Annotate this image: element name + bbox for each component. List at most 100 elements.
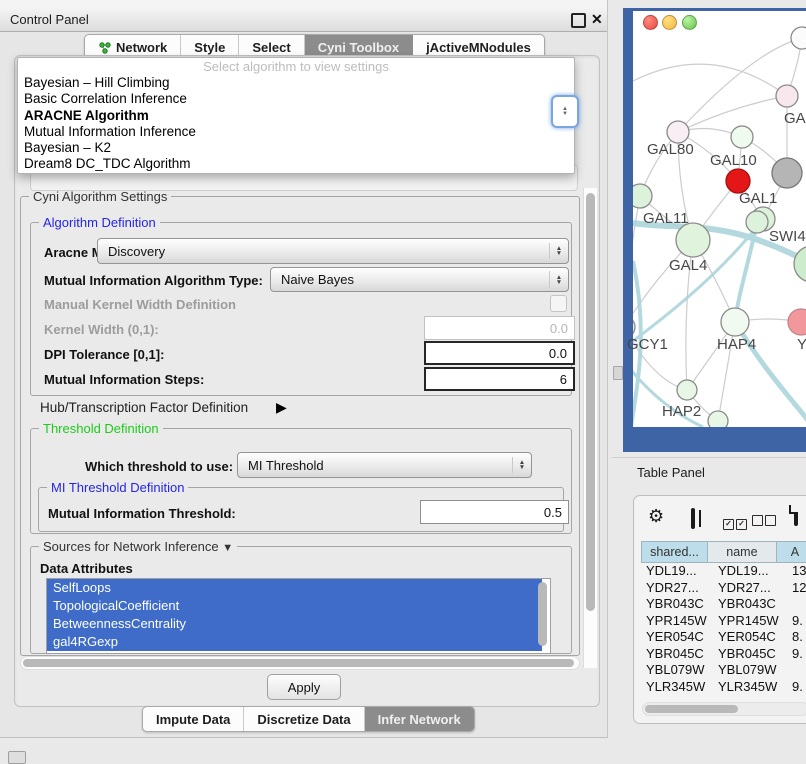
network-node-gcy1[interactable]: [633, 316, 635, 338]
dpi-tolerance-value: 0.0: [549, 346, 567, 361]
screen: { "titlebar": { "title": "Control Panel"…: [0, 0, 806, 762]
settings-vscrollbar-track[interactable]: [583, 188, 597, 668]
algorithm-option[interactable]: Bayesian – K2: [18, 140, 574, 156]
apply-button-label: Apply: [288, 680, 321, 695]
splitpane-grip[interactable]: [613, 366, 623, 380]
combo-arrows-icon: ▲▼: [549, 271, 568, 287]
dpi-tolerance-field[interactable]: 0.0: [424, 341, 575, 365]
algorithm-option-selected[interactable]: ARACNE Algorithm: [18, 108, 574, 124]
network-node-salmon[interactable]: [788, 309, 806, 335]
combo-arrows-icon: ▲▼: [562, 107, 568, 117]
attribute-item[interactable]: gal4RGexp: [47, 633, 542, 651]
table-options-gear-icon[interactable]: ⚙: [648, 506, 664, 527]
mi-type-value: Naive Bayes: [271, 272, 549, 287]
tab-infer-network[interactable]: Infer Network: [365, 707, 474, 731]
sources-title-text: Sources for Network Inference: [43, 539, 219, 554]
manual-kernel-width-checkbox[interactable]: [550, 295, 567, 312]
which-threshold-combo[interactable]: MI Threshold ▲▼: [237, 452, 532, 478]
node-label-gcy1: GCY1: [627, 336, 668, 353]
attribute-item[interactable]: BetweennessCentrality: [47, 615, 542, 633]
algorithm-option[interactable]: Basic Correlation Inference: [18, 91, 574, 107]
combo-arrows-icon: ▲▼: [549, 243, 568, 260]
deselect-all-checkboxes-icon[interactable]: [752, 513, 776, 531]
table-row[interactable]: YPR145W YPR145W 9.: [641, 613, 806, 630]
settings-hscrollbar-thumb[interactable]: [23, 659, 574, 667]
dropdown-prompt: Select algorithm to view settings: [18, 58, 574, 75]
network-node[interactable]: [791, 27, 806, 49]
network-node-gal11[interactable]: [633, 184, 652, 208]
control-panel-titlebar[interactable]: Control Panel ✕: [0, 8, 607, 32]
settings-vscrollbar-thumb[interactable]: [586, 193, 595, 611]
hub-expand-arrow-icon[interactable]: ▶: [276, 399, 287, 416]
sources-collapse-arrow-icon[interactable]: ▼: [222, 542, 233, 554]
mi-type-combo[interactable]: Naive Bayes ▲▼: [270, 267, 569, 292]
float-window-icon[interactable]: [571, 13, 586, 28]
algorithm-combo-focus-fragment[interactable]: ▲▼: [551, 95, 579, 128]
data-attributes-list[interactable]: SelfLoops TopologicalCoefficient Between…: [46, 578, 551, 654]
table-row[interactable]: YBR043C YBR043C: [641, 596, 806, 613]
table-row[interactable]: YIL052C YIL052C 9.: [641, 695, 806, 696]
panel-title: Control Panel: [10, 12, 89, 27]
settings-hscrollbar-track[interactable]: [20, 656, 580, 670]
table-panel-title: Table Panel: [637, 465, 705, 480]
threshold-definition-title: Threshold Definition: [39, 421, 163, 436]
network-node-gal10[interactable]: [731, 126, 753, 148]
network-thick-edges: [633, 219, 806, 427]
column-header-name[interactable]: name: [708, 541, 777, 563]
network-node-swi4[interactable]: [746, 211, 768, 233]
table-hscrollbar-track[interactable]: [642, 702, 806, 716]
network-node-gal4[interactable]: [676, 223, 710, 257]
algorithm-option[interactable]: Mutual Information Inference: [18, 124, 574, 140]
mi-type-label: Mutual Information Algorithm Type:: [44, 273, 263, 288]
aracne-mode-combo[interactable]: Discovery ▲▼: [97, 238, 569, 264]
attribute-item[interactable]: TopologicalCoefficient: [47, 597, 542, 615]
which-threshold-value: MI Threshold: [238, 458, 512, 473]
tab-style-label: Style: [194, 40, 225, 55]
network-node[interactable]: [794, 246, 806, 282]
network-node-hap4[interactable]: [721, 308, 749, 336]
data-attributes-label: Data Attributes: [40, 561, 133, 576]
tab-impute-data[interactable]: Impute Data: [143, 707, 244, 731]
tab-discretize-data-label: Discretize Data: [257, 712, 350, 727]
network-node[interactable]: [776, 85, 798, 107]
network-node-hap2[interactable]: [677, 380, 697, 400]
algorithm-option[interactable]: Dream8 DC_TDC Algorithm: [18, 156, 574, 172]
kernel-width-value: 0.0: [550, 321, 568, 336]
table-row[interactable]: YLR345W YLR345W 9.: [641, 679, 806, 696]
table-rows: YDL19... YDL19... 13 YDR27... YDR27... 1…: [641, 563, 806, 696]
attribute-item[interactable]: SelfLoops: [47, 579, 542, 597]
close-icon[interactable]: ✕: [591, 11, 603, 28]
mi-threshold-field[interactable]: 0.5: [420, 500, 569, 524]
table-row[interactable]: YBL079W YBL079W: [641, 662, 806, 679]
algorithm-option[interactable]: Bayesian – Hill Climbing: [18, 75, 574, 91]
table-hscrollbar-thumb[interactable]: [645, 705, 738, 713]
network-node-gray[interactable]: [772, 158, 802, 188]
kernel-width-field[interactable]: 0.0: [424, 316, 575, 340]
network-node-gal80[interactable]: [667, 121, 689, 143]
node-label-gal10: GAL10: [710, 152, 757, 169]
dock-panel-icon[interactable]: [8, 751, 26, 764]
node-label-swi4: SWI4: [769, 228, 806, 245]
column-header-3[interactable]: A: [777, 541, 806, 563]
table-panel-divider: [612, 457, 806, 458]
node-label-y: Y: [797, 336, 806, 353]
hub-section-label[interactable]: Hub/Transcription Factor Definition: [40, 400, 248, 415]
table-row[interactable]: YDL19... YDL19... 13: [641, 563, 806, 580]
tab-discretize-data[interactable]: Discretize Data: [244, 707, 364, 731]
node-label-gal: GAL: [784, 110, 806, 127]
mi-steps-field[interactable]: 6: [424, 367, 575, 391]
window-top-strip: [0, 0, 607, 8]
table-row[interactable]: YDR27... YDR27... 12: [641, 580, 806, 597]
table-row[interactable]: YER054C YER054C 8.: [641, 629, 806, 646]
sources-title[interactable]: Sources for Network Inference ▼: [39, 539, 237, 554]
select-all-checkboxes-icon[interactable]: ✓✓: [723, 513, 747, 531]
apply-button[interactable]: Apply: [267, 674, 341, 700]
network-node[interactable]: [708, 411, 728, 427]
node-label-hap2: HAP2: [662, 403, 701, 420]
attributes-list-scrollbar[interactable]: [538, 582, 547, 646]
node-label-hap4: HAP4: [717, 336, 756, 353]
new-table-file-icon[interactable]: [794, 505, 798, 526]
column-layout-icon[interactable]: [691, 508, 695, 529]
column-header-shared[interactable]: shared...: [641, 541, 708, 563]
table-row[interactable]: YBR045C YBR045C 9.: [641, 646, 806, 663]
